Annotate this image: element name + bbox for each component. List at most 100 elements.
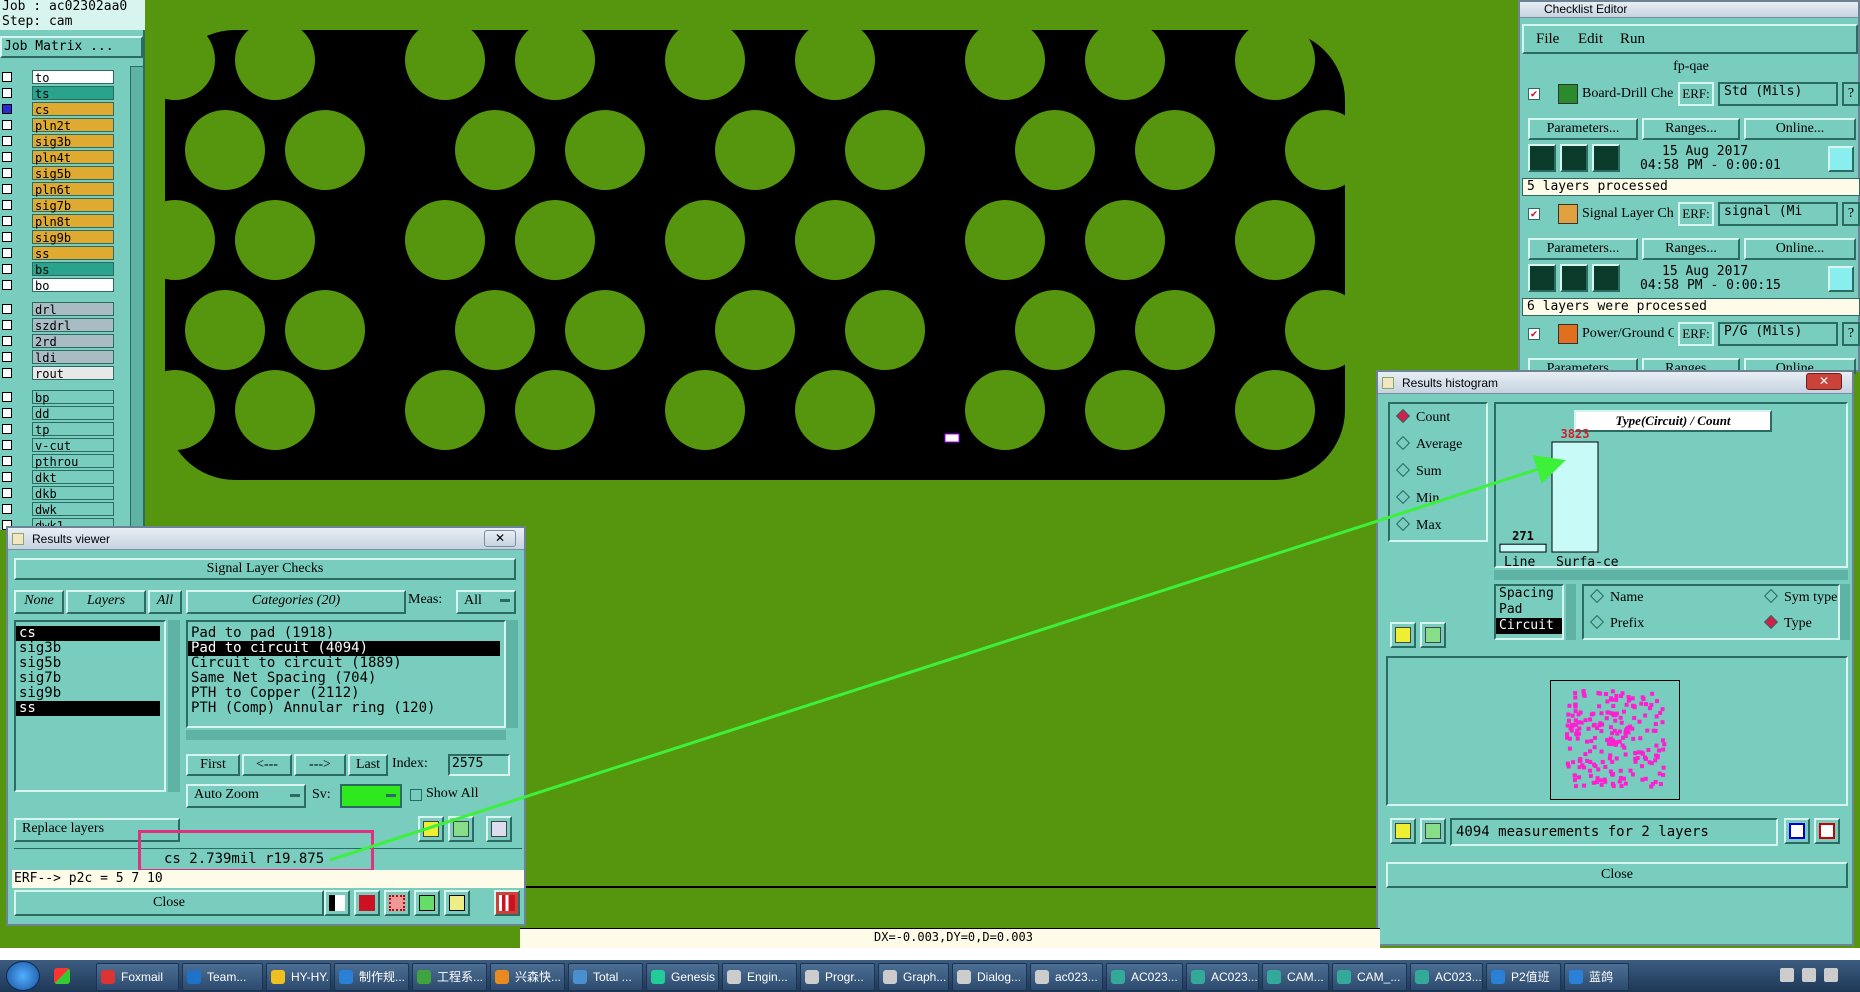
layer-checkbox[interactable] (2, 408, 12, 418)
run-icon[interactable] (1592, 144, 1620, 172)
taskbar-item[interactable]: AC023... (1106, 963, 1183, 991)
category-list-item[interactable]: Circuit (1496, 618, 1562, 634)
categories-button[interactable]: Categories (20) (186, 590, 406, 614)
layer-row[interactable]: tp (0, 422, 118, 437)
toolbar-icon-5[interactable] (444, 890, 470, 916)
categories-scrollbar[interactable] (506, 620, 518, 728)
taskbar-item[interactable]: 工程系... (412, 963, 487, 991)
toolbar-icon-2[interactable] (354, 890, 380, 916)
group-radio[interactable]: Name (1589, 588, 1643, 606)
layer-row[interactable]: sig5b (0, 166, 118, 181)
layer-row[interactable]: pthrou (0, 454, 118, 469)
index-input[interactable]: 2575 (448, 754, 510, 776)
erf-help-icon[interactable]: ? (1842, 202, 1860, 226)
run-icon[interactable] (1528, 144, 1556, 172)
group-radio[interactable]: Type (1763, 614, 1812, 632)
toolbar-icon-4[interactable] (414, 890, 440, 916)
mode-radio-count[interactable]: Count (1395, 408, 1450, 426)
action-name[interactable]: Signal Layer Ch (1582, 206, 1674, 222)
layer-row[interactable]: ts (0, 86, 118, 101)
layer-checkbox[interactable] (2, 136, 12, 146)
layer-checkbox[interactable] (2, 248, 12, 258)
layer-list-item[interactable]: sig3b (16, 641, 160, 656)
category-list-item[interactable]: PTH (Comp) Annular ring (120) (188, 701, 500, 716)
category-list-item[interactable]: PTH to Copper (2112) (188, 686, 500, 701)
categories-listbox[interactable]: Pad to pad (1918) Pad to circuit (4094) Ci… (186, 620, 506, 728)
prev-button[interactable]: <--- (242, 754, 292, 776)
action-name[interactable]: Power/Ground C (1582, 326, 1674, 342)
results-viewer-titlebar[interactable]: Results viewer (8, 528, 524, 550)
sv-color-select[interactable] (340, 784, 402, 808)
ranges-button[interactable]: Ranges... (1642, 238, 1740, 260)
category-list-item[interactable]: Same Net Spacing (704) (188, 671, 500, 686)
layer-row[interactable]: sig7b (0, 198, 118, 213)
magnify-icon[interactable] (1828, 146, 1854, 172)
layer-checkbox[interactable] (2, 424, 12, 434)
taskbar-item[interactable]: Team... (182, 963, 263, 991)
run-icon[interactable] (1560, 144, 1588, 172)
parameters-button[interactable]: Parameters... (1528, 118, 1638, 140)
layers-listbox[interactable]: cs sig3b sig5b sig7b sig9b ss (14, 620, 166, 792)
meas-select[interactable]: All (456, 590, 516, 614)
last-button[interactable]: Last (348, 754, 388, 776)
layer-checkbox[interactable] (2, 152, 12, 162)
ranges-button[interactable]: Ranges... (1642, 118, 1740, 140)
del-button[interactable] (418, 816, 444, 842)
tray-icon[interactable] (1824, 968, 1838, 982)
histogram-bar[interactable] (1551, 441, 1599, 553)
menu-run[interactable]: Run (1620, 31, 1645, 48)
taskbar-item[interactable]: Progr... (800, 963, 875, 991)
magnify-icon[interactable] (1828, 266, 1854, 292)
mode-radio-max[interactable]: Max (1395, 516, 1442, 534)
run-icon[interactable] (1592, 264, 1620, 292)
menu-edit[interactable]: Edit (1578, 31, 1603, 48)
toolbar-icon-b[interactable] (1814, 818, 1840, 844)
start-button[interactable] (6, 961, 40, 991)
group-radio[interactable]: Prefix (1589, 614, 1644, 632)
action-checkbox[interactable]: ✔ (1528, 208, 1540, 220)
mode-radio-average[interactable]: Average (1395, 435, 1462, 453)
close-icon[interactable]: ✕ (1806, 373, 1842, 390)
layer-checkbox[interactable] (2, 320, 12, 330)
layer-row[interactable]: pln2t (0, 118, 118, 133)
toolbar-icon-a[interactable] (1784, 818, 1810, 844)
layer-row[interactable]: v-cut (0, 438, 118, 453)
tray-icon[interactable] (1802, 968, 1816, 982)
layers-scrollbar[interactable] (168, 620, 180, 792)
layer-checkbox[interactable] (2, 232, 12, 242)
layer-row[interactable]: sig9b (0, 230, 118, 245)
layer-list-scrollbar[interactable] (130, 66, 144, 530)
erf-value[interactable]: Std (Mils) (1718, 82, 1838, 106)
mode-radio-sum[interactable]: Sum (1395, 462, 1442, 480)
ref-button[interactable] (1420, 622, 1446, 648)
action-name[interactable]: Board-Drill Che (1582, 86, 1674, 102)
action-checkbox[interactable]: ✔ (1528, 328, 1540, 340)
taskbar-item[interactable]: 蓝鸽 (1564, 963, 1629, 991)
erf-help-icon[interactable]: ? (1842, 82, 1860, 106)
categories-hscrollbar[interactable] (186, 730, 506, 740)
layer-row[interactable]: to (0, 70, 118, 85)
category-list-item[interactable]: Pad to circuit (4094) (188, 641, 500, 656)
layer-checkbox[interactable] (2, 488, 12, 498)
layer-row[interactable]: dkb (0, 486, 118, 501)
layer-checkbox[interactable] (2, 352, 12, 362)
action-checkbox[interactable]: ✔ (1528, 88, 1540, 100)
first-button[interactable]: First (186, 754, 240, 776)
taskbar-item[interactable]: 兴森快... (490, 963, 565, 991)
layer-checkbox[interactable] (2, 200, 12, 210)
layer-checkbox[interactable] (2, 472, 12, 482)
layer-checkbox[interactable] (2, 216, 12, 226)
layer-row[interactable]: dd (0, 406, 118, 421)
taskbar-item[interactable]: Total ... (568, 963, 643, 991)
layer-list[interactable]: to ts cs pln2t sig3b pln4t sig5b pln6t sig7b pln8… (0, 70, 120, 533)
category-list-item[interactable]: Circuit to circuit (1889) (188, 656, 500, 671)
layer-checkbox[interactable] (2, 368, 12, 378)
layer-row[interactable]: bo (0, 278, 118, 293)
layer-row[interactable]: rout (0, 366, 118, 381)
taskbar-item[interactable]: Foxmail (96, 963, 179, 991)
layer-row[interactable]: cs (0, 102, 118, 117)
quicklaunch-icon[interactable] (54, 968, 70, 984)
layer-checkbox[interactable] (2, 504, 12, 514)
close-icon[interactable]: ✕ (484, 530, 516, 547)
layer-row[interactable]: sig3b (0, 134, 118, 149)
